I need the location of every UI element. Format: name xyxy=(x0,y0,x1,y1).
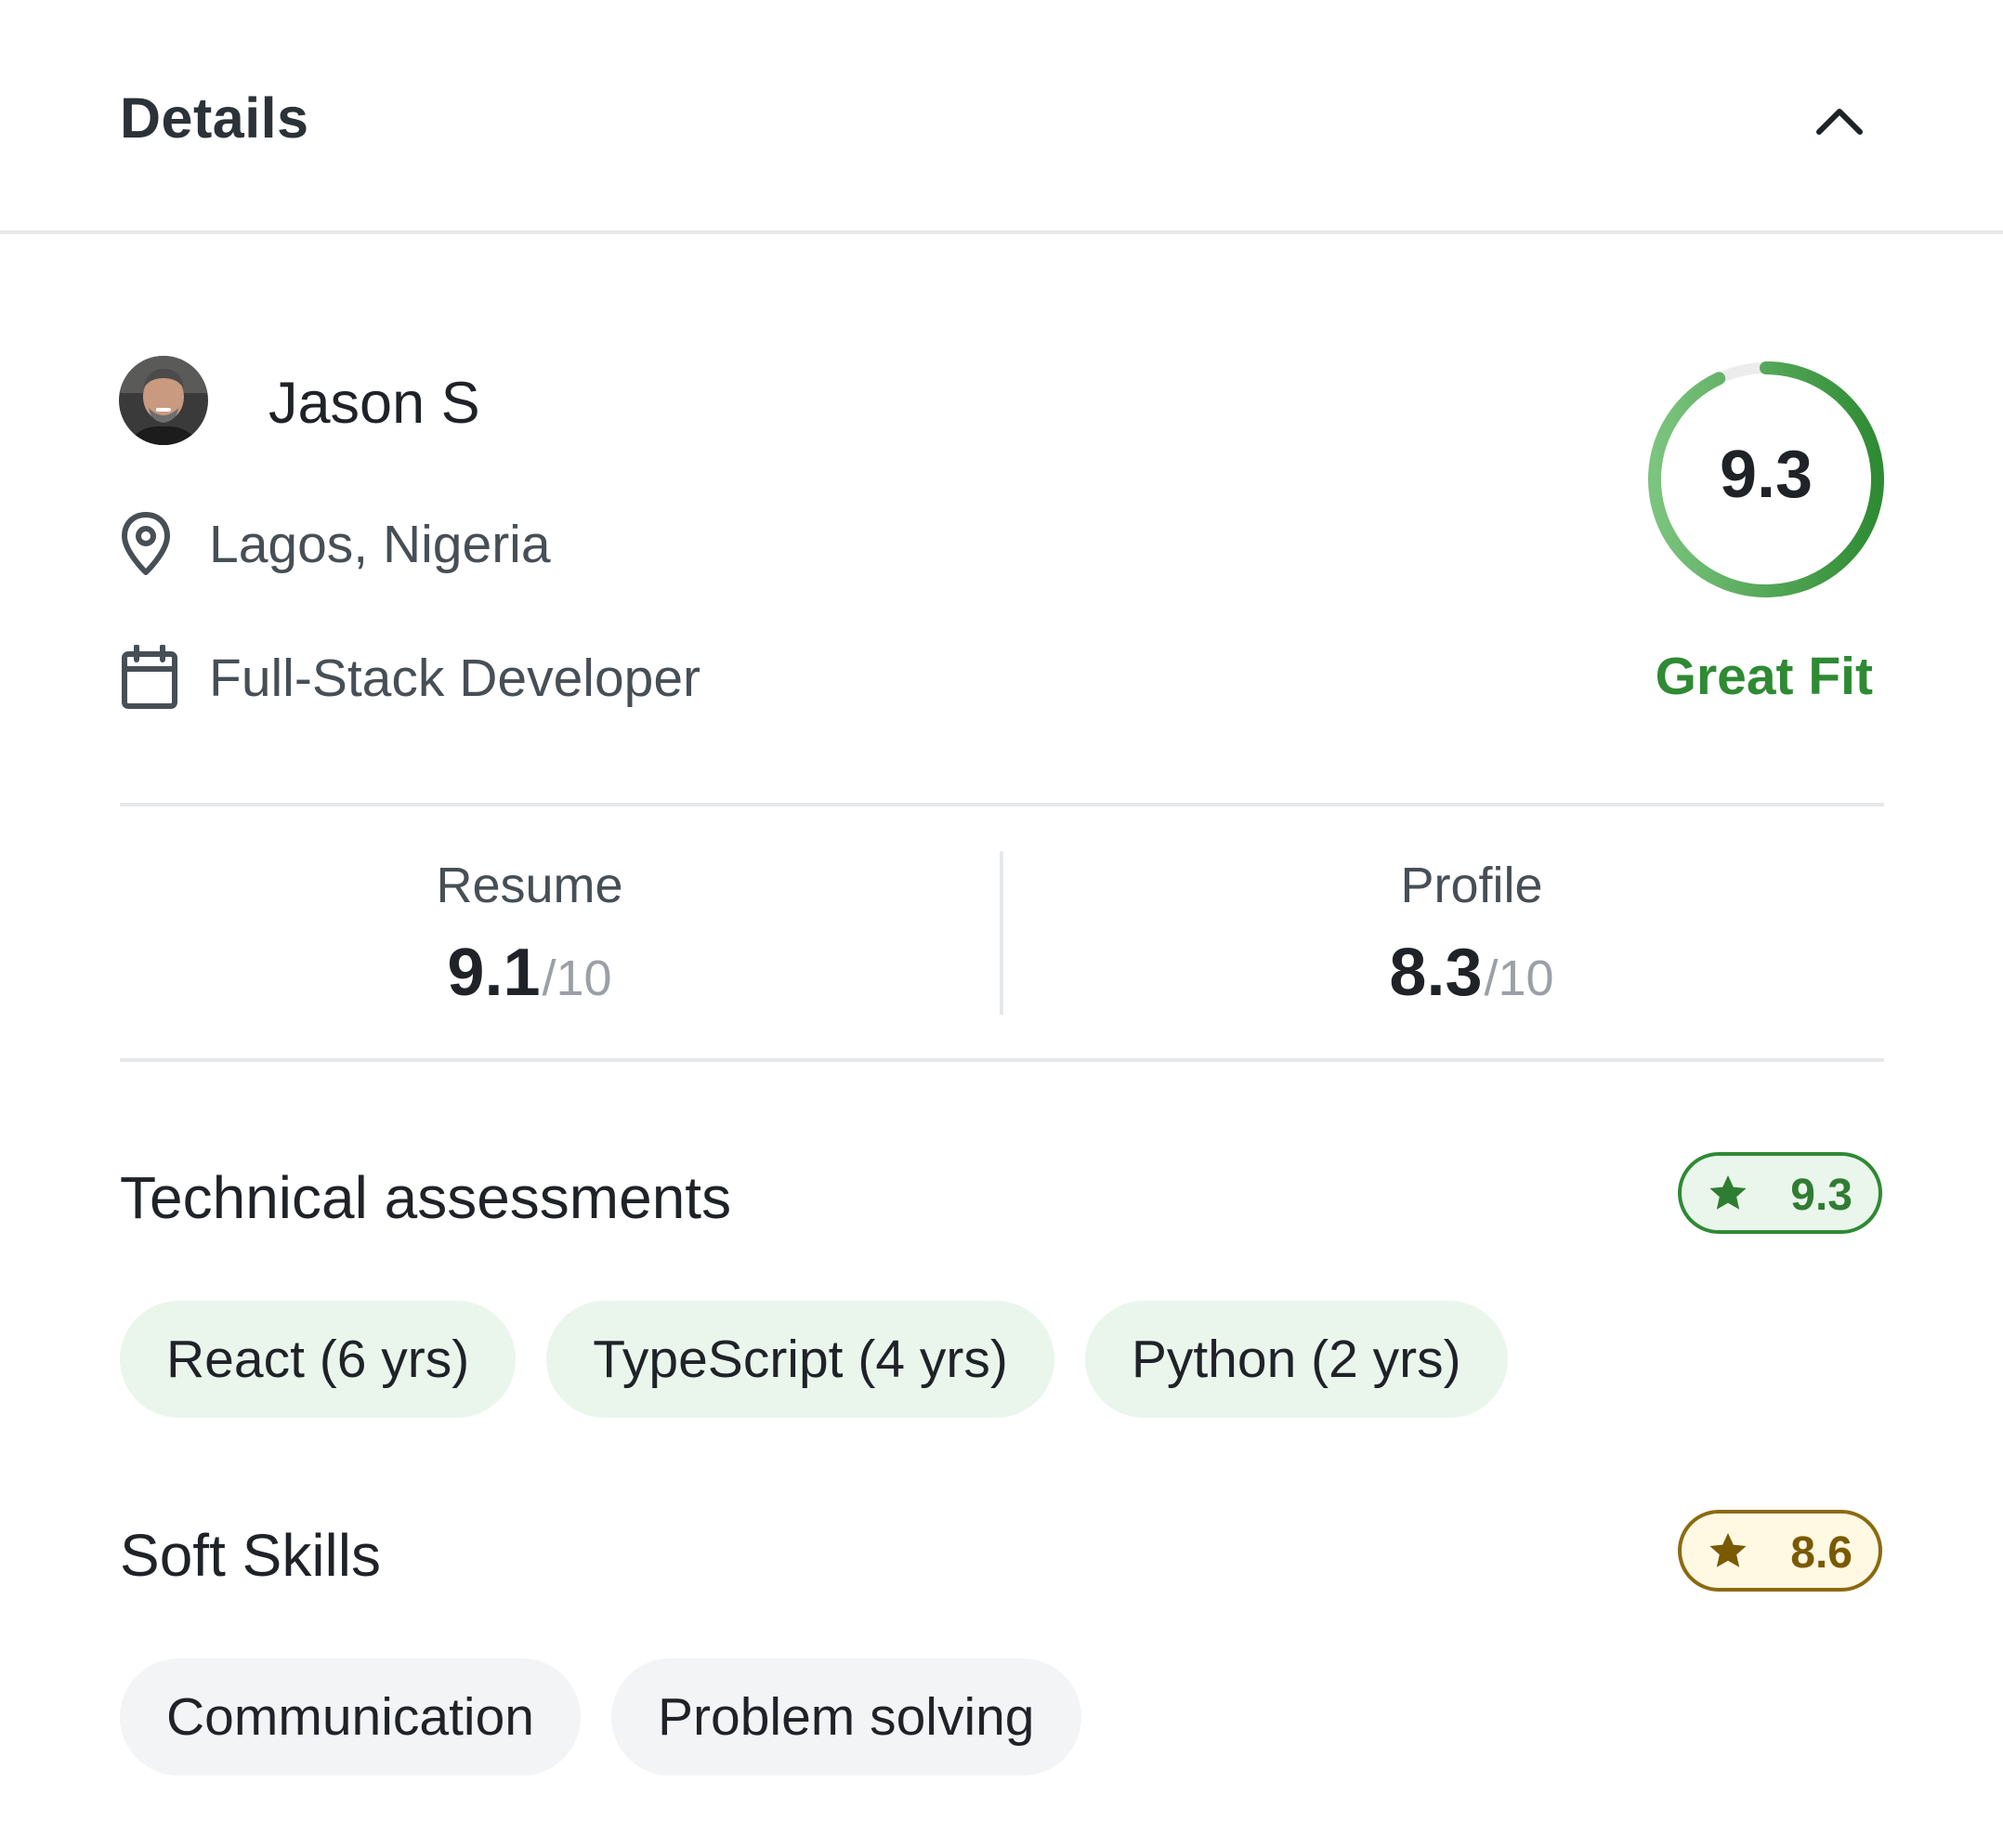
profile-label: Profile xyxy=(1400,858,1543,913)
soft-skills-rating-badge: 8.6 xyxy=(1678,1510,1882,1592)
overall-score: 9.3 xyxy=(1719,438,1813,512)
role-row: Full-Stack Developer xyxy=(120,641,700,715)
profile-value-number: 8.3 xyxy=(1389,936,1483,1010)
candidate-role: Full-Stack Developer xyxy=(209,649,701,708)
location-pin-icon xyxy=(120,507,194,582)
soft-skills-chips: Communication Problem solving xyxy=(120,1658,1081,1776)
vertical-divider xyxy=(1000,851,1003,1015)
skill-chip[interactable]: TypeScript (4 yrs) xyxy=(546,1301,1054,1418)
star-icon xyxy=(1709,1533,1747,1567)
skill-chip[interactable]: Python (2 yrs) xyxy=(1084,1301,1508,1418)
details-header: Details xyxy=(0,0,2003,234)
calendar-icon xyxy=(120,641,194,715)
fit-label: Great Fit xyxy=(1655,647,1873,706)
section-title-details: Details xyxy=(120,86,309,150)
soft-skills-rating: 8.6 xyxy=(1790,1528,1852,1578)
candidate-location: Lagos, Nigeria xyxy=(209,515,551,574)
technical-title: Technical assessments xyxy=(120,1164,732,1231)
divider xyxy=(120,803,1884,806)
resume-label: Resume xyxy=(436,858,623,913)
soft-skills-title: Soft Skills xyxy=(120,1522,381,1589)
resume-score: Resume 9.1/10 xyxy=(297,857,762,1011)
profile-score: Profile 8.3/10 xyxy=(1239,857,1704,1011)
avatar xyxy=(119,356,208,445)
resume-denominator: /10 xyxy=(542,950,612,1006)
skill-chip[interactable]: Communication xyxy=(120,1658,581,1776)
divider xyxy=(120,1058,1884,1062)
collapse-button[interactable] xyxy=(1802,89,1877,151)
skill-chip[interactable]: Problem solving xyxy=(611,1658,1081,1776)
technical-chips: React (6 yrs) TypeScript (4 yrs) Python … xyxy=(120,1301,1508,1418)
resume-value: 9.1/10 xyxy=(297,935,762,1011)
chevron-up-icon xyxy=(1816,109,1863,135)
profile-denominator: /10 xyxy=(1484,950,1554,1006)
profile-value: 8.3/10 xyxy=(1239,935,1704,1011)
technical-rating: 9.3 xyxy=(1790,1171,1852,1220)
candidate-name: Jason S xyxy=(268,371,480,436)
skill-chip[interactable]: React (6 yrs) xyxy=(120,1301,517,1418)
resume-value-number: 9.1 xyxy=(447,936,541,1010)
star-icon xyxy=(1709,1175,1747,1210)
technical-rating-badge: 9.3 xyxy=(1678,1152,1882,1234)
location-row: Lagos, Nigeria xyxy=(120,507,551,582)
